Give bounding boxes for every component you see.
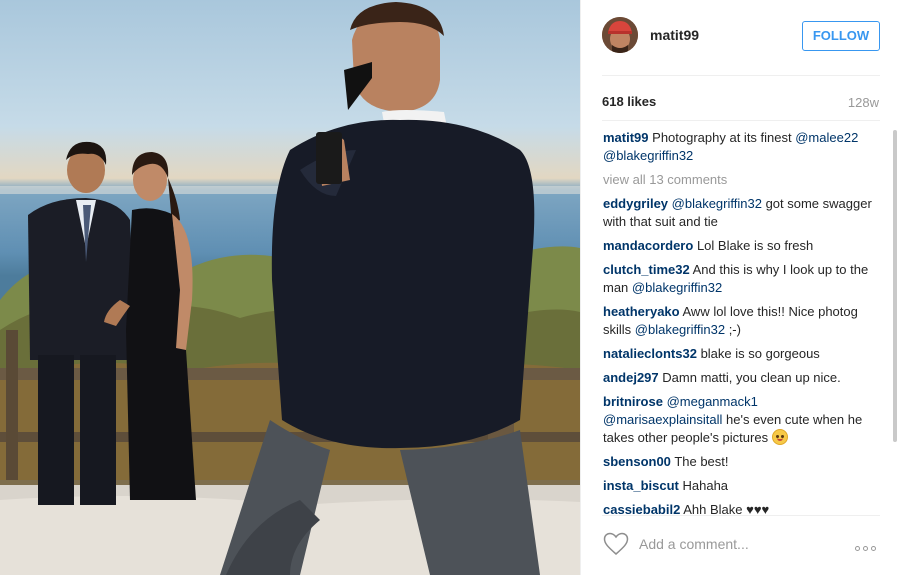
comment-row: andej297 Damn matti, you clean up nice. (603, 369, 875, 387)
comment-text: blake is so gorgeous (700, 346, 820, 361)
comment-row: eddygriley @blakegriffin32 got some swag… (603, 195, 875, 231)
photo-illustration (0, 2, 580, 575)
more-options-icon[interactable] (855, 538, 881, 551)
heart-outline-icon[interactable] (603, 532, 629, 556)
comment-username[interactable]: sbenson00 (603, 454, 671, 469)
comment-username[interactable]: natalieclonts32 (603, 346, 697, 361)
comment-row: heatheryako Aww lol love this!! Nice pho… (603, 303, 875, 339)
comment-row: cassiebabil2 Ahh Blake ♥♥♥ (603, 501, 875, 515)
comment-username[interactable]: eddygriley (603, 196, 668, 211)
comment-username[interactable]: mandacordero (603, 238, 693, 253)
comment-text: Damn matti, you clean up nice. (662, 370, 841, 385)
comment-row: clutch_time32 And this is why I look up … (603, 261, 875, 297)
comment-row: britnirose @meganmack1 @marisaexplainsit… (603, 393, 875, 447)
caption: matit99 Photography at its finest @malee… (603, 129, 875, 165)
comment-username[interactable]: andej297 (603, 370, 659, 385)
comment-row: mandacordero Lol Blake is so fresh (603, 237, 875, 255)
post-header: matit99 FOLLOW (581, 0, 900, 75)
comment-container: eddygriley @blakegriffin32 got some swag… (603, 195, 875, 515)
comment-mention[interactable]: @blakegriffin32 (635, 322, 725, 337)
caption-mention[interactable]: @malee22 (795, 130, 858, 145)
comment-text: ;-) (725, 322, 741, 337)
comment-mention[interactable]: @blakegriffin32 (672, 196, 762, 211)
comments-scrollbar[interactable] (893, 130, 897, 442)
comment-row: natalieclonts32 blake is so gorgeous (603, 345, 875, 363)
comments-list[interactable]: matit99 Photography at its finest @malee… (603, 129, 875, 515)
follow-button[interactable]: FOLLOW (802, 21, 880, 51)
post-age[interactable]: 128w (848, 95, 879, 110)
comment-username[interactable]: britnirose (603, 394, 663, 409)
avatar-image (602, 17, 638, 53)
comment-row: insta_biscut Hahaha (603, 477, 875, 495)
post-photo[interactable] (0, 0, 580, 575)
comment-text: Lol Blake is so fresh (696, 238, 814, 253)
likes-count[interactable]: 618 likes (602, 94, 656, 109)
username-link[interactable]: matit99 (650, 27, 699, 43)
composer-divider (602, 515, 880, 516)
dot (871, 546, 876, 551)
comment-text: Ahh Blake ♥♥♥ (683, 502, 770, 515)
post-side-panel: matit99 FOLLOW 618 likes 128w matit99 Ph… (580, 0, 900, 575)
avatar[interactable] (602, 17, 638, 53)
comment-mention[interactable]: @meganmack1 (667, 394, 758, 409)
smiling-face-emoji-icon (771, 429, 788, 445)
comment-mention[interactable]: @marisaexplainsitall (603, 412, 722, 427)
comment-username[interactable]: heatheryako (603, 304, 680, 319)
comment-username[interactable]: insta_biscut (603, 478, 679, 493)
comment-text: Hahaha (682, 478, 729, 493)
header-divider (602, 75, 880, 76)
stats-divider (602, 120, 880, 121)
dot (855, 546, 860, 551)
comment-row: sbenson00 The best! (603, 453, 875, 471)
add-comment-input[interactable] (639, 533, 839, 555)
dot (863, 546, 868, 551)
view-all-comments-link[interactable]: view all 13 comments (603, 171, 875, 189)
comment-username[interactable]: clutch_time32 (603, 262, 690, 277)
comment-text: The best! (674, 454, 729, 469)
caption-text: Photography at its finest (648, 130, 796, 145)
caption-username[interactable]: matit99 (603, 130, 649, 145)
comment-username[interactable]: cassiebabil2 (603, 502, 680, 515)
caption-mention[interactable]: @blakegriffin32 (603, 148, 693, 163)
comment-mention[interactable]: @blakegriffin32 (632, 280, 722, 295)
